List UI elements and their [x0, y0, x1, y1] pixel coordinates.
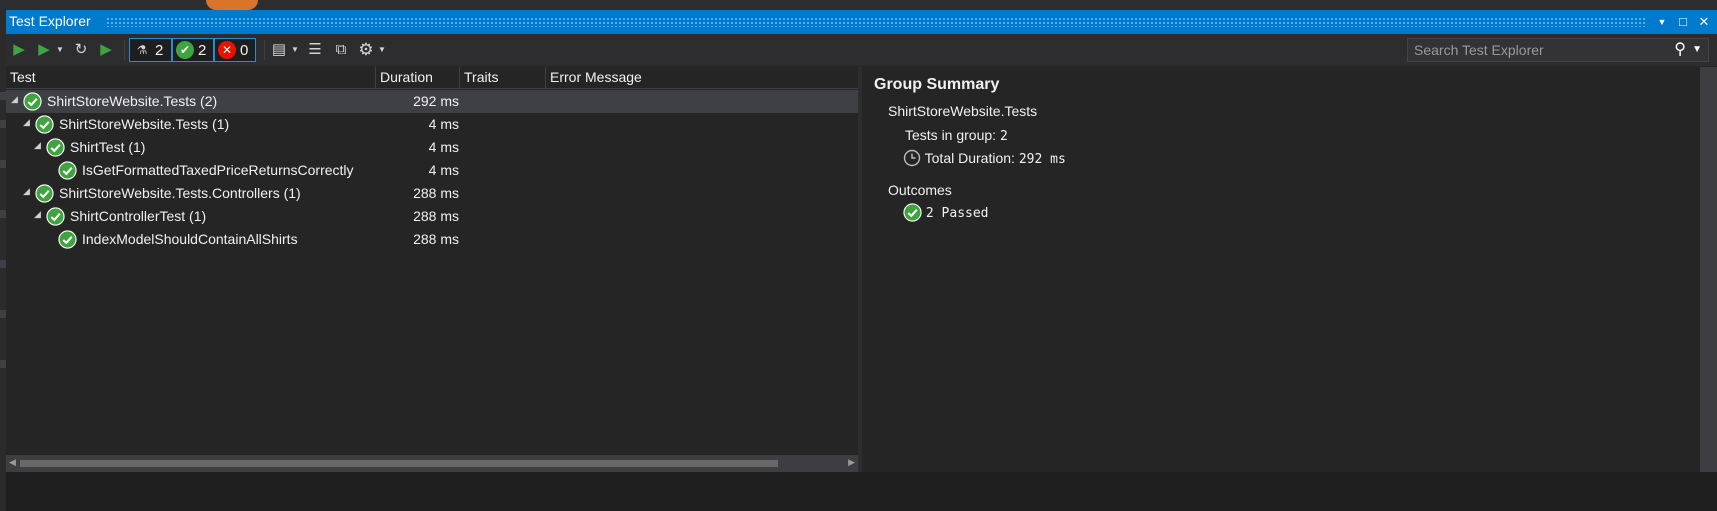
column-headers: Test Duration Traits Error Message — [6, 67, 858, 89]
flask-icon: ⚗ — [136, 43, 148, 57]
passed-icon — [58, 161, 77, 180]
failed-icon: ✕ — [218, 41, 236, 59]
scroll-right-icon[interactable]: ▶ — [848, 457, 855, 468]
expand-arrow-icon[interactable]: ◢ — [11, 94, 21, 105]
test-name: ShirtControllerTest (1) — [70, 208, 207, 224]
tree-row[interactable]: ◢ ShirtStoreWebsite.Tests.Controllers (1… — [6, 182, 858, 205]
total-count: 2 — [155, 42, 164, 59]
passed-icon — [23, 92, 42, 111]
bottom-edge — [6, 472, 1717, 511]
expand-icon[interactable]: ⧉ — [332, 40, 350, 60]
summary-group-name: ShirtStoreWebsite.Tests — [888, 103, 1038, 119]
passed-icon: ✔ — [176, 41, 194, 59]
search-icon[interactable]: ⚲ — [1674, 39, 1686, 61]
failed-count: 0 — [240, 42, 249, 59]
passed-icon — [46, 207, 65, 226]
maximize-icon[interactable]: □ — [1674, 13, 1692, 31]
test-name: IsGetFormattedTaxedPriceReturnsCorrectly — [82, 162, 354, 178]
test-duration: 4 ms — [428, 116, 459, 132]
outcomes-heading: Outcomes — [888, 182, 952, 198]
run-all-icon[interactable]: ▶ — [10, 40, 28, 60]
column-error-message[interactable]: Error Message — [546, 67, 858, 88]
settings-dropdown-icon[interactable]: ▼ — [377, 40, 387, 60]
title-grip — [106, 17, 1645, 27]
test-name: IndexModelShouldContainAllShirts — [82, 231, 298, 247]
expand-arrow-icon[interactable]: ◢ — [34, 209, 44, 220]
test-duration: 288 ms — [413, 185, 459, 201]
column-traits[interactable]: Traits — [460, 67, 546, 88]
search-box[interactable]: Search Test Explorer ⚲ ▼ — [1407, 38, 1709, 62]
toolbar: ▶ ▶ ▼ ↻ ▶ ⚗ 2 ✔ 2 ✕ 0 ▤ ▼ ☰ ⧉ ⚙ ▼ Search… — [6, 34, 1717, 66]
desktop-app-icon — [206, 0, 258, 10]
test-duration: 292 ms — [413, 93, 459, 109]
passed-outcome[interactable]: 2 Passed — [903, 203, 989, 222]
tree-row[interactable]: ◢ ShirtControllerTest (1) 288 ms — [6, 205, 858, 228]
tree-row[interactable]: ◢ ShirtTest (1) 4 ms — [6, 136, 858, 159]
expand-arrow-icon[interactable]: ◢ — [23, 186, 33, 197]
horizontal-scrollbar[interactable]: ◀ ▶ — [6, 455, 858, 472]
window-title: Test Explorer — [9, 13, 91, 29]
test-name: ShirtStoreWebsite.Tests.Controllers (1) — [59, 185, 301, 201]
column-duration[interactable]: Duration — [376, 67, 460, 88]
summary-title: Group Summary — [874, 76, 1000, 93]
window-menu-icon[interactable]: ▼ — [1653, 13, 1671, 31]
test-duration: 4 ms — [428, 162, 459, 178]
scrollbar-thumb[interactable] — [20, 460, 778, 467]
total-duration: Total Duration: 292 ms — [903, 149, 1066, 167]
passed-icon — [46, 138, 65, 157]
test-duration: 4 ms — [428, 139, 459, 155]
playlist-dropdown-icon[interactable]: ▼ — [290, 40, 300, 60]
run-icon[interactable]: ▶ — [37, 40, 51, 60]
background-desktop — [0, 0, 1717, 10]
test-duration: 288 ms — [413, 208, 459, 224]
tree-row[interactable]: ◢ ShirtStoreWebsite.Tests (1) 4 ms — [6, 113, 858, 136]
tree-row[interactable]: ◢ ShirtStoreWebsite.Tests (2) 292 ms — [6, 90, 858, 113]
title-bar[interactable]: Test Explorer ▼ □ ✕ — [6, 10, 1717, 34]
failed-tests-filter[interactable]: ✕ 0 — [214, 38, 256, 62]
group-summary-pane: Group Summary ShirtStoreWebsite.Tests Te… — [862, 67, 1717, 511]
passed-icon — [35, 184, 54, 203]
passed-count: 2 — [198, 42, 207, 59]
tests-in-group: Tests in group: 2 — [905, 127, 1008, 144]
search-dropdown-icon[interactable]: ▼ — [1692, 39, 1702, 61]
test-name: ShirtStoreWebsite.Tests (2) — [47, 93, 218, 109]
search-input[interactable]: Search Test Explorer — [1414, 42, 1544, 58]
tree-row[interactable]: IsGetFormattedTaxedPriceReturnsCorrectly… — [6, 159, 858, 182]
vertical-scrollbar[interactable] — [1700, 67, 1717, 511]
group-by-icon[interactable]: ☰ — [305, 40, 325, 60]
cancel-icon[interactable]: ▶ — [96, 40, 116, 60]
playlist-icon[interactable]: ▤ — [270, 40, 288, 60]
settings-icon[interactable]: ⚙ — [356, 40, 376, 60]
passed-icon — [35, 115, 54, 134]
passed-icon — [58, 230, 77, 249]
test-name: ShirtTest (1) — [70, 139, 146, 155]
passed-tests-filter[interactable]: ✔ 2 — [172, 38, 214, 62]
run-dropdown-icon[interactable]: ▼ — [55, 40, 65, 60]
scroll-left-icon[interactable]: ◀ — [9, 457, 16, 468]
expand-arrow-icon[interactable]: ◢ — [23, 117, 33, 128]
expand-arrow-icon[interactable]: ◢ — [34, 140, 44, 151]
clock-icon — [903, 149, 921, 167]
column-test[interactable]: Test — [6, 67, 376, 88]
tree-row[interactable]: IndexModelShouldContainAllShirts 288 ms — [6, 228, 858, 251]
test-explorer-window: Test Explorer ▼ □ ✕ ▶ ▶ ▼ ↻ ▶ ⚗ 2 ✔ 2 ✕ … — [6, 10, 1717, 511]
test-duration: 288 ms — [413, 231, 459, 247]
refresh-icon[interactable]: ↻ — [72, 40, 90, 60]
total-tests-filter[interactable]: ⚗ 2 — [129, 38, 172, 62]
passed-icon — [903, 203, 922, 222]
test-name: ShirtStoreWebsite.Tests (1) — [59, 116, 230, 132]
close-icon[interactable]: ✕ — [1695, 13, 1713, 31]
